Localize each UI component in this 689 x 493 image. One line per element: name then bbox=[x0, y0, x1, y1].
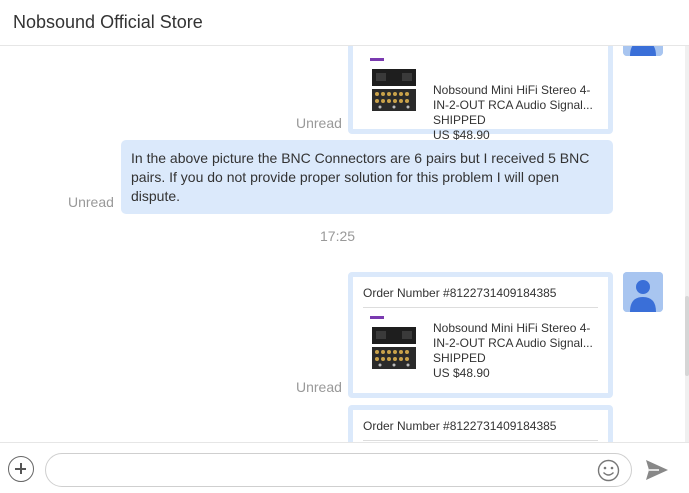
store-title: Nobsound Official Store bbox=[13, 12, 203, 32]
message-composer bbox=[0, 442, 689, 493]
user-icon bbox=[623, 46, 663, 56]
message-text: In the above picture the BNC Connectors … bbox=[131, 150, 590, 204]
message-input[interactable] bbox=[45, 453, 632, 487]
message-list[interactable]: Nobsound Mini HiFi Stereo 4-IN-2-OUT RCA… bbox=[0, 46, 689, 442]
plus-icon[interactable] bbox=[8, 456, 34, 482]
order-card[interactable]: Order Number #8122731409184385 Nobsound … bbox=[348, 272, 613, 398]
product-info: Nobsound Mini HiFi Stereo 4-IN-2-OUT RCA… bbox=[433, 83, 605, 143]
user-icon bbox=[623, 272, 663, 312]
product-name[interactable]: Nobsound Mini HiFi Stereo 4-IN-2-OUT RCA… bbox=[433, 83, 605, 113]
chat-header: Nobsound Official Store bbox=[0, 0, 689, 46]
user-avatar bbox=[623, 272, 663, 312]
emoji-icon[interactable] bbox=[597, 459, 620, 482]
order-card[interactable]: Nobsound Mini HiFi Stereo 4-IN-2-OUT RCA… bbox=[348, 46, 613, 142]
order-status: SHIPPED bbox=[433, 351, 486, 365]
unread-label: Unread bbox=[296, 115, 342, 131]
order-number[interactable]: Order Number #8122731409184385 bbox=[363, 419, 556, 433]
order-card[interactable]: Order Number #8122731409184385 bbox=[348, 405, 613, 442]
card-divider bbox=[363, 307, 598, 308]
send-icon[interactable] bbox=[645, 459, 669, 481]
user-avatar bbox=[623, 46, 663, 56]
order-status: SHIPPED bbox=[433, 113, 486, 127]
scrollbar-thumb[interactable] bbox=[685, 296, 689, 376]
message-bubble: In the above picture the BNC Connectors … bbox=[121, 140, 613, 214]
product-info: Nobsound Mini HiFi Stereo 4-IN-2-OUT RCA… bbox=[433, 321, 605, 381]
chat-scrollbar[interactable] bbox=[685, 46, 689, 442]
unread-label: Unread bbox=[68, 194, 114, 210]
product-thumbnail bbox=[368, 57, 420, 119]
message-timestamp: 17:25 bbox=[320, 228, 356, 244]
product-name[interactable]: Nobsound Mini HiFi Stereo 4-IN-2-OUT RCA… bbox=[433, 321, 605, 351]
order-number[interactable]: Order Number #8122731409184385 bbox=[363, 286, 556, 300]
card-divider bbox=[363, 440, 598, 441]
product-price: US $48.90 bbox=[433, 366, 490, 380]
product-thumbnail bbox=[368, 315, 420, 377]
unread-label: Unread bbox=[296, 379, 342, 395]
